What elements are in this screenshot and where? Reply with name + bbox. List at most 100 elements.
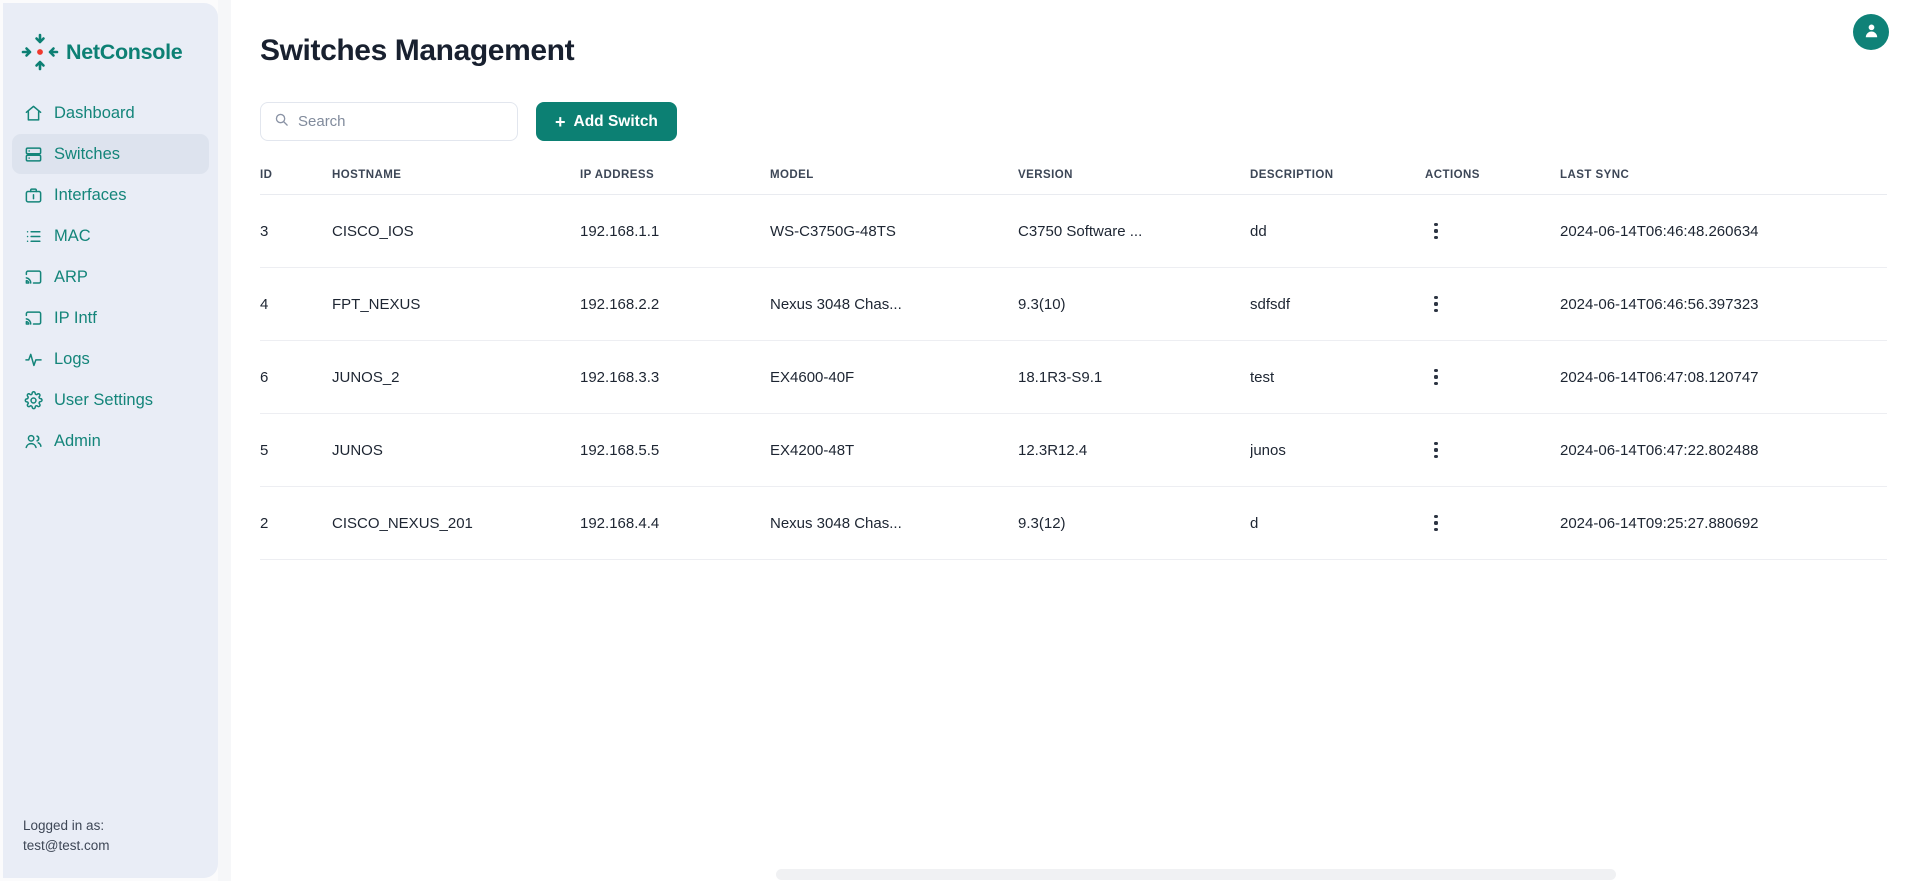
column-header-actions[interactable]: ACTIONS (1425, 169, 1560, 195)
cell-hostname: FPT_NEXUS (332, 267, 580, 341)
cast-icon (24, 268, 43, 287)
sidebar-item-label: Interfaces (54, 185, 127, 204)
sidebar-item-logs[interactable]: Logs (12, 339, 209, 379)
column-header-ip-address[interactable]: IP ADDRESS (580, 169, 770, 195)
column-header-last-sync[interactable]: LAST SYNC (1560, 169, 1887, 195)
search-box[interactable] (260, 102, 518, 141)
cell-model: EX4200-48T (770, 413, 1018, 487)
cell-id: 2 (260, 486, 332, 560)
cell-ip-address: 192.168.3.3 (580, 340, 770, 414)
cell-last-sync: 2024-06-14T06:47:08.120747 (1560, 340, 1887, 414)
page-title: Switches Management (260, 34, 575, 67)
sidebar-item-admin[interactable]: Admin (12, 421, 209, 461)
add-switch-label: Add Switch (573, 112, 658, 130)
cell-actions (1425, 340, 1560, 414)
switches-table-wrap: ID HOSTNAME IP ADDRESS MODEL VERSION DES… (231, 169, 1905, 560)
cell-model: Nexus 3048 Chas... (770, 267, 1018, 341)
cell-id: 4 (260, 267, 332, 341)
sidebar-item-dashboard[interactable]: Dashboard (12, 93, 209, 133)
cell-model: Nexus 3048 Chas... (770, 486, 1018, 560)
table-row[interactable]: 3 CISCO_IOS 192.168.1.1 WS-C3750G-48TS C… (260, 194, 1887, 268)
brand[interactable]: NetConsole (3, 25, 218, 77)
toolbar: + Add Switch (260, 102, 1905, 141)
kebab-menu-icon[interactable] (1425, 364, 1447, 390)
search-icon (274, 112, 289, 132)
cell-version: C3750 Software ... (1018, 194, 1250, 268)
cast-icon (24, 309, 43, 328)
column-header-id[interactable]: ID (260, 169, 332, 195)
cell-ip-address: 192.168.1.1 (580, 194, 770, 268)
cell-version: 9.3(10) (1018, 267, 1250, 341)
kebab-menu-icon[interactable] (1425, 291, 1447, 317)
cell-hostname: CISCO_IOS (332, 194, 580, 268)
kebab-menu-icon[interactable] (1425, 218, 1447, 244)
table-header-row: ID HOSTNAME IP ADDRESS MODEL VERSION DES… (260, 169, 1887, 195)
sidebar-item-label: Dashboard (54, 103, 135, 122)
activity-icon (24, 350, 43, 369)
cell-actions (1425, 267, 1560, 341)
column-header-model[interactable]: MODEL (770, 169, 1018, 195)
gear-icon (24, 390, 43, 410)
horizontal-scrollbar[interactable] (776, 869, 1616, 880)
cell-ip-address: 192.168.4.4 (580, 486, 770, 560)
sidebar-item-interfaces[interactable]: Interfaces (12, 175, 209, 215)
sidebar-item-arp[interactable]: ARP (12, 257, 209, 297)
app-root: NetConsole Dashboard Switches Interfaces (0, 0, 1905, 881)
cell-actions (1425, 486, 1560, 560)
briefcase-icon (24, 186, 43, 205)
list-icon (24, 227, 43, 246)
column-header-hostname[interactable]: HOSTNAME (332, 169, 580, 195)
sidebar-nav: Dashboard Switches Interfaces MAC ARP IP… (3, 93, 218, 461)
add-switch-button[interactable]: + Add Switch (536, 102, 677, 141)
sidebar-item-mac[interactable]: MAC (12, 216, 209, 256)
column-header-description[interactable]: DESCRIPTION (1250, 169, 1425, 195)
table-row[interactable]: 2 CISCO_NEXUS_201 192.168.4.4 Nexus 3048… (260, 486, 1887, 560)
main-content: Switches Management + Add Switch (231, 0, 1905, 881)
sidebar-item-label: Admin (54, 431, 101, 450)
kebab-menu-icon[interactable] (1425, 510, 1447, 536)
logged-in-label: Logged in as: (23, 818, 105, 833)
cell-actions (1425, 413, 1560, 487)
server-icon (24, 145, 43, 164)
cell-version: 9.3(12) (1018, 486, 1250, 560)
cell-id: 5 (260, 413, 332, 487)
table-row[interactable]: 5 JUNOS 192.168.5.5 EX4200-48T 12.3R12.4… (260, 413, 1887, 487)
cell-last-sync: 2024-06-14T06:47:22.802488 (1560, 413, 1887, 487)
cell-actions (1425, 194, 1560, 268)
cell-last-sync: 2024-06-14T06:46:48.260634 (1560, 194, 1887, 268)
cell-last-sync: 2024-06-14T06:46:56.397323 (1560, 267, 1887, 341)
cell-description: d (1250, 486, 1425, 560)
sidebar-item-user-settings[interactable]: User Settings (12, 380, 209, 420)
user-avatar-button[interactable] (1853, 14, 1889, 50)
table-row[interactable]: 6 JUNOS_2 192.168.3.3 EX4600-40F 18.1R3-… (260, 340, 1887, 414)
sidebar: NetConsole Dashboard Switches Interfaces (3, 3, 218, 878)
column-header-version[interactable]: VERSION (1018, 169, 1250, 195)
cell-description: test (1250, 340, 1425, 414)
cell-hostname: JUNOS_2 (332, 340, 580, 414)
cell-hostname: CISCO_NEXUS_201 (332, 486, 580, 560)
table-body: 3 CISCO_IOS 192.168.1.1 WS-C3750G-48TS C… (260, 194, 1887, 560)
cell-hostname: JUNOS (332, 413, 580, 487)
cell-description: junos (1250, 413, 1425, 487)
sidebar-item-label: IP Intf (54, 308, 97, 327)
logged-in-email: test@test.com (23, 838, 110, 853)
sidebar-item-switches[interactable]: Switches (12, 134, 209, 174)
sidebar-item-ip-intf[interactable]: IP Intf (12, 298, 209, 338)
layout-gutter (218, 0, 231, 881)
sidebar-item-label: User Settings (54, 390, 154, 409)
home-icon (24, 104, 43, 123)
brand-name: NetConsole (66, 39, 183, 64)
users-icon (24, 432, 43, 451)
table-row[interactable]: 4 FPT_NEXUS 192.168.2.2 Nexus 3048 Chas.… (260, 267, 1887, 341)
sidebar-item-label: Switches (54, 144, 121, 163)
cell-last-sync: 2024-06-14T09:25:27.880692 (1560, 486, 1887, 560)
sidebar-item-label: MAC (54, 226, 91, 245)
search-input[interactable] (298, 113, 504, 130)
cell-description: dd (1250, 194, 1425, 268)
cell-model: EX4600-40F (770, 340, 1018, 414)
cell-id: 3 (260, 194, 332, 268)
cell-ip-address: 192.168.2.2 (580, 267, 770, 341)
kebab-menu-icon[interactable] (1425, 437, 1447, 463)
cell-id: 6 (260, 340, 332, 414)
cell-ip-address: 192.168.5.5 (580, 413, 770, 487)
